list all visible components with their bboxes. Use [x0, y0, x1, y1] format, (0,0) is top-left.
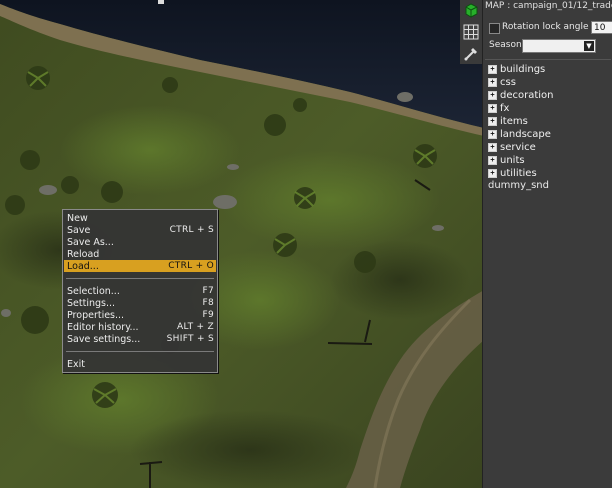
- expand-icon[interactable]: +: [488, 156, 497, 165]
- tree-item-utilities[interactable]: + utilities: [488, 167, 554, 180]
- menu-item-label: Load...: [67, 260, 99, 272]
- expand-icon[interactable]: +: [488, 65, 497, 74]
- map-title: MAP : campaign_01/12_trade_p: [485, 1, 612, 11]
- menu-item-new[interactable]: New: [64, 212, 216, 224]
- editor-toolstrip: [460, 0, 483, 64]
- rotation-lock-checkbox[interactable]: [489, 23, 500, 34]
- menu-item-selection[interactable]: Selection... F7: [64, 285, 216, 297]
- menu-item-shortcut: F8: [202, 298, 214, 308]
- menu-item-settings[interactable]: Settings... F8: [64, 297, 216, 309]
- tree-item-fx[interactable]: + fx: [488, 102, 554, 115]
- tree-item-service[interactable]: + service: [488, 141, 554, 154]
- tree-item-landscape[interactable]: + landscape: [488, 128, 554, 141]
- menu-item-label: Exit: [67, 358, 85, 370]
- menu-item-label: Reload: [67, 248, 100, 260]
- menu-item-label: Save: [67, 224, 91, 236]
- menu-item-editor-history[interactable]: Editor history... ALT + Z: [64, 321, 216, 333]
- chevron-down-icon[interactable]: ▼: [584, 41, 594, 51]
- tree-item-label: items: [500, 116, 528, 127]
- menu-item-shortcut: CTRL + O: [168, 261, 214, 271]
- tree-item-label: service: [500, 142, 536, 153]
- grid-icon[interactable]: [462, 23, 480, 41]
- expand-icon[interactable]: +: [488, 130, 497, 139]
- tree-item-label: landscape: [500, 129, 551, 140]
- menu-item-save-settings[interactable]: Save settings... SHIFT + S: [64, 333, 216, 345]
- tree-item-units[interactable]: + units: [488, 154, 554, 167]
- expand-icon[interactable]: +: [488, 169, 497, 178]
- tree-item-decoration[interactable]: + decoration: [488, 89, 554, 102]
- menu-item-label: New: [67, 212, 88, 224]
- tree-item-label: fx: [500, 103, 510, 114]
- menu-item-label: Properties...: [67, 309, 125, 321]
- menu-item-save-as[interactable]: Save As...: [64, 236, 216, 248]
- menu-item-properties[interactable]: Properties... F9: [64, 309, 216, 321]
- tree-item-items[interactable]: + items: [488, 115, 554, 128]
- rotation-lock-label: Rotation lock angle :: [502, 22, 595, 32]
- tree-item-buildings[interactable]: + buildings: [488, 63, 554, 76]
- expand-icon[interactable]: +: [488, 104, 497, 113]
- tree-item-label: utilities: [500, 168, 537, 179]
- menu-item-label: Editor history...: [67, 321, 139, 333]
- rotation-lock-angle-input[interactable]: [591, 21, 612, 34]
- menu-item-save[interactable]: Save CTRL + S: [64, 224, 216, 236]
- menu-item-shortcut: CTRL + S: [169, 225, 214, 235]
- season-label: Season:: [489, 40, 525, 50]
- tree-item-label: css: [500, 77, 516, 88]
- file-context-menu: New Save CTRL + S Save As... Reload Load…: [62, 209, 218, 373]
- tree-item-css[interactable]: + css: [488, 76, 554, 89]
- menu-item-shortcut: SHIFT + S: [166, 334, 214, 344]
- menu-item-exit[interactable]: Exit: [64, 358, 216, 370]
- menu-item-label: Selection...: [67, 285, 120, 297]
- editor-side-panel: MAP : campaign_01/12_trade_p Rotation lo…: [482, 0, 612, 488]
- tree-item-label: decoration: [500, 90, 554, 101]
- menu-separator: [66, 278, 214, 279]
- expand-icon[interactable]: +: [488, 91, 497, 100]
- menu-item-label: Save settings...: [67, 333, 141, 345]
- cube-icon[interactable]: [462, 1, 480, 19]
- category-tree: + buildings + css + decoration + fx + it…: [488, 63, 554, 193]
- menu-item-shortcut: F9: [202, 310, 214, 320]
- tree-item-label: units: [500, 155, 525, 166]
- menu-item-shortcut: ALT + Z: [177, 322, 214, 332]
- tree-item-dummy-snd[interactable]: dummy_snd: [488, 180, 554, 193]
- menu-item-label: Settings...: [67, 297, 116, 309]
- tree-item-label: buildings: [500, 64, 546, 75]
- menu-item-load[interactable]: Load... CTRL + O: [64, 260, 216, 272]
- panel-divider: [485, 59, 611, 60]
- menu-separator: [66, 351, 214, 352]
- expand-icon[interactable]: +: [488, 143, 497, 152]
- eyedropper-icon[interactable]: [462, 44, 480, 62]
- season-select[interactable]: ▼: [522, 39, 596, 53]
- menu-item-shortcut: F7: [202, 286, 214, 296]
- expand-icon[interactable]: +: [488, 78, 497, 87]
- menu-item-reload[interactable]: Reload: [64, 248, 216, 260]
- menu-item-label: Save As...: [67, 236, 114, 248]
- expand-icon[interactable]: +: [488, 117, 497, 126]
